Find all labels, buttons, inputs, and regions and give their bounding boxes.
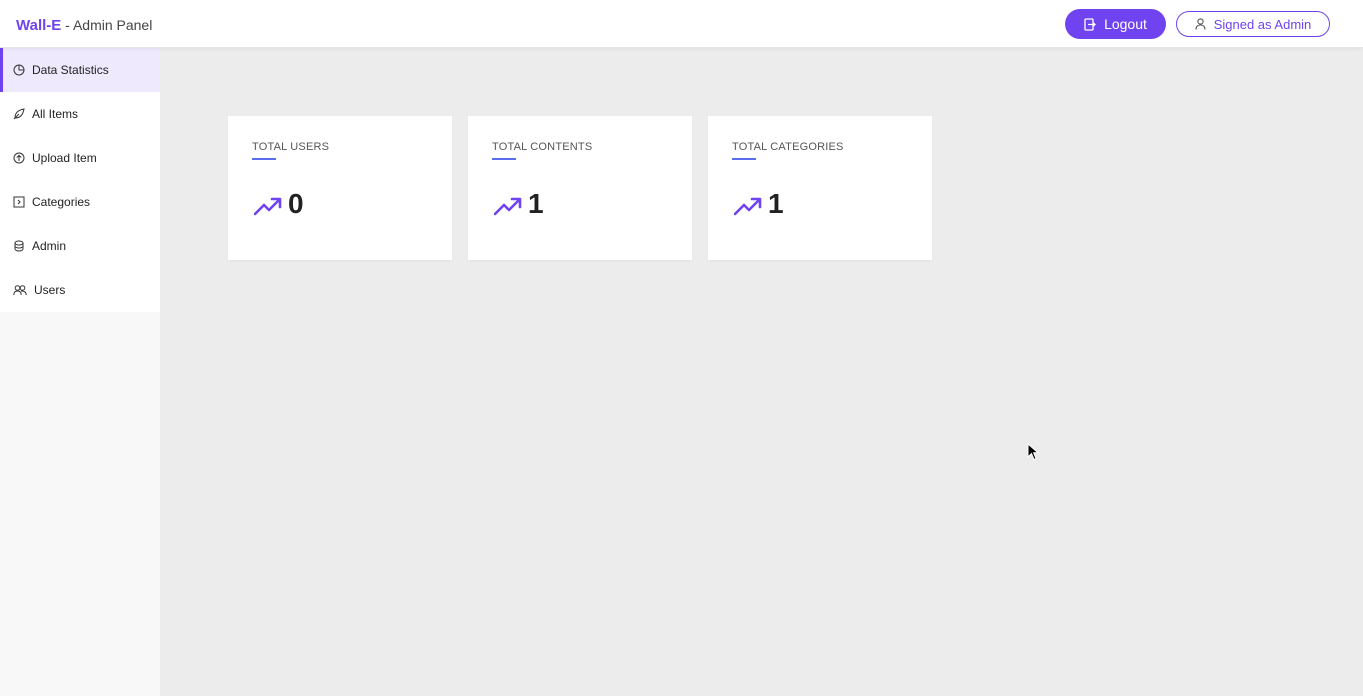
stat-value: 0 (288, 188, 304, 219)
main-content: TOTAL USERS 0 TOTAL CONTENTS 1 TOTAL CAT… (160, 48, 1363, 696)
stat-title: TOTAL CONTENTS (492, 141, 593, 153)
stat-title-underline (492, 158, 516, 160)
sidebar: Data Statistics All Items Upload Item Ca… (0, 48, 160, 696)
sidebar-item-label: Admin (32, 239, 67, 253)
sidebar-item-label: Categories (32, 195, 91, 209)
mouse-cursor-icon (1027, 443, 1039, 461)
stat-card-total-contents: TOTAL CONTENTS 1 (468, 116, 692, 260)
sidebar-item-label: Data Statistics (32, 63, 109, 77)
top-header: Wall-E - Admin Panel Logout Signed as Ad… (0, 0, 1363, 48)
users-icon (13, 285, 27, 296)
stat-card-total-categories: TOTAL CATEGORIES 1 (708, 116, 932, 260)
trend-up-icon (254, 197, 282, 216)
sidebar-item-all-items[interactable]: All Items (0, 92, 160, 136)
sidebar-item-categories[interactable]: Categories (0, 180, 160, 224)
stat-title: TOTAL CATEGORIES (732, 141, 844, 153)
signed-as-admin-button[interactable]: Signed as Admin (1176, 11, 1330, 37)
stat-value: 1 (528, 188, 544, 219)
stat-title-underline (252, 158, 276, 160)
sidebar-item-users[interactable]: Users (0, 268, 160, 312)
sidebar-item-data-statistics[interactable]: Data Statistics (0, 48, 160, 92)
sidebar-item-admin[interactable]: Admin (0, 224, 160, 268)
sidebar-item-label: All Items (32, 107, 79, 121)
stat-card-total-users: TOTAL USERS 0 (228, 116, 452, 260)
logout-label: Logout (1104, 16, 1147, 32)
stat-value: 1 (768, 188, 784, 219)
sidebar-item-label: Users (34, 283, 66, 297)
pie-chart-icon (13, 64, 25, 76)
trend-up-icon (734, 197, 762, 216)
app-title: Wall-E - Admin Panel (16, 15, 152, 36)
stat-title: TOTAL USERS (252, 141, 330, 153)
stat-title-underline (732, 158, 756, 160)
upload-icon (13, 152, 25, 164)
brand-name: Wall-E (16, 17, 62, 34)
category-icon (13, 196, 25, 208)
brand-suffix: - Admin Panel (61, 17, 153, 33)
signed-label: Signed as Admin (1213, 16, 1312, 32)
sidebar-menu: Data Statistics All Items Upload Item Ca… (0, 48, 160, 312)
sidebar-item-upload-item[interactable]: Upload Item (0, 136, 160, 180)
logout-button[interactable]: Logout (1065, 9, 1166, 39)
logout-icon (1084, 17, 1096, 31)
user-icon (1195, 18, 1206, 30)
trend-up-icon (494, 197, 522, 216)
leaf-icon (13, 108, 25, 120)
admin-icon (14, 240, 24, 252)
sidebar-item-label: Upload Item (32, 151, 97, 165)
